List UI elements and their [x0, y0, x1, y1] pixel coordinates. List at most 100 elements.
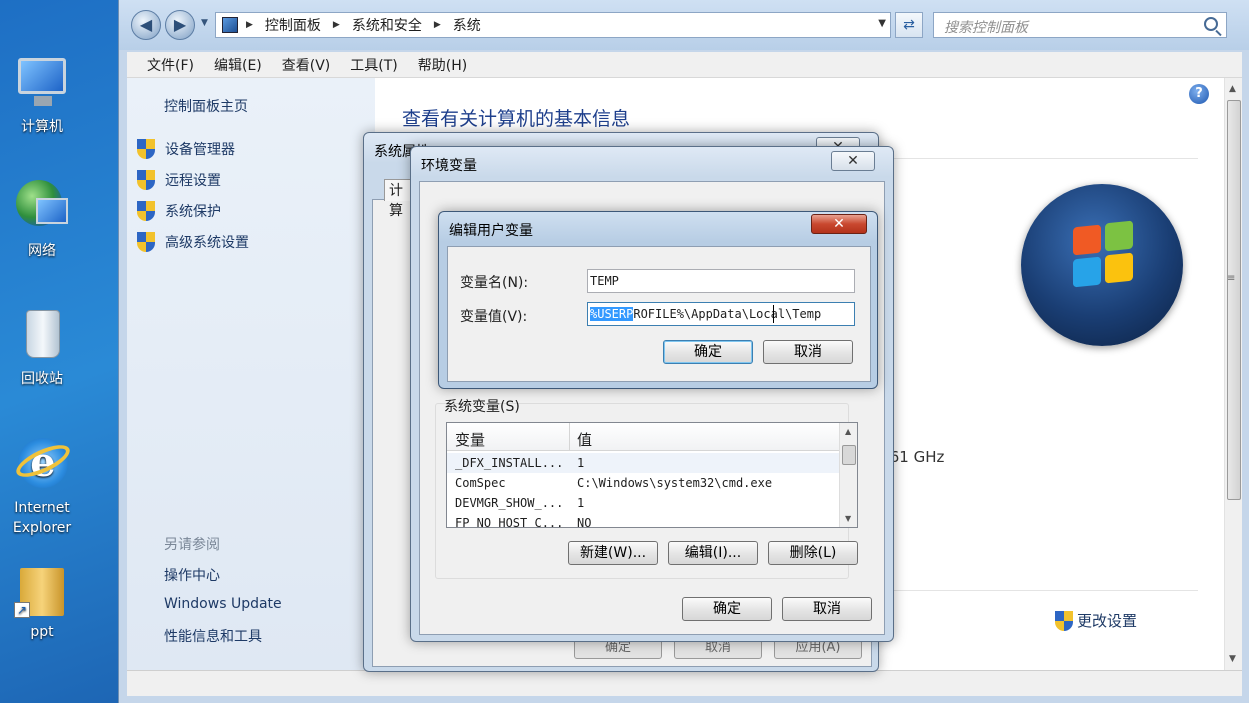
- shield-icon: [137, 232, 155, 252]
- desktop-icon-network[interactable]: 网络: [0, 178, 84, 260]
- list-item[interactable]: _DFX_INSTALL... 1: [447, 453, 841, 473]
- vertical-scrollbar[interactable]: ▲ ≡ ▼: [1224, 78, 1242, 670]
- shield-icon: [137, 201, 155, 221]
- column-header-variable[interactable]: 变量: [455, 429, 485, 450]
- new-variable-button[interactable]: 新建(W)...: [568, 541, 658, 565]
- scroll-down-icon[interactable]: ▼: [845, 514, 851, 523]
- task-label: 设备管理器: [165, 142, 235, 158]
- close-icon[interactable]: ✕: [811, 214, 867, 234]
- text-cursor: [773, 305, 774, 323]
- list-item[interactable]: ComSpec C:\Windows\system32\cmd.exe: [447, 473, 841, 493]
- desktop-icon-computer[interactable]: 计算机: [0, 54, 84, 136]
- list-item[interactable]: FP_NO_HOST_C... NO: [447, 513, 841, 528]
- menu-file[interactable]: 文件(F): [137, 55, 204, 75]
- variable-value: C:\Windows\system32\cmd.exe: [577, 476, 773, 490]
- address-bar: ◀ ▶ ▼ ▶ 控制面板 ▶ 系统和安全 ▶ 系统 ▼ ⇄ 搜索控制面板: [119, 0, 1249, 50]
- page-title: 查看有关计算机的基本信息: [402, 108, 631, 130]
- edit-variable-button[interactable]: 编辑(I)...: [668, 541, 758, 565]
- variable-value: 1: [577, 456, 585, 470]
- dialog-title: 环境变量: [421, 158, 477, 174]
- variable-name: ComSpec: [455, 476, 506, 490]
- task-system-protection[interactable]: 系统保护: [137, 200, 221, 222]
- scroll-thumb[interactable]: [842, 445, 856, 465]
- internet-explorer-icon: e: [12, 436, 74, 492]
- help-icon[interactable]: ?: [1189, 84, 1209, 104]
- forward-button[interactable]: ▶: [165, 10, 195, 40]
- variable-name-field[interactable]: TEMP: [587, 269, 855, 293]
- history-dropdown-icon[interactable]: ▼: [201, 18, 208, 28]
- breadcrumb-item[interactable]: 系统: [453, 15, 481, 35]
- unselected-text: ROFILE%\AppData\Local\Temp: [633, 307, 822, 321]
- chevron-right-icon[interactable]: ▶: [246, 20, 253, 30]
- scroll-thumb[interactable]: [1227, 100, 1241, 500]
- edit-cancel-button[interactable]: 取消: [763, 340, 853, 364]
- shield-icon: [1055, 610, 1073, 631]
- search-placeholder: 搜索控制面板: [944, 20, 1028, 36]
- variable-value: NO: [577, 516, 592, 528]
- task-advanced-system-settings[interactable]: 高级系统设置: [137, 231, 249, 253]
- change-settings-link[interactable]: 更改设置: [1055, 610, 1137, 631]
- network-icon: [14, 178, 70, 234]
- variable-value: 1: [577, 496, 585, 510]
- breadcrumb-item[interactable]: 控制面板: [265, 15, 321, 35]
- column-header-value[interactable]: 值: [577, 429, 592, 450]
- desktop-icon-ppt[interactable]: ↗ ppt: [0, 562, 84, 640]
- task-remote-settings[interactable]: 远程设置: [137, 169, 221, 191]
- selected-text: %USERP: [590, 307, 634, 321]
- desktop-icon-recycle-bin[interactable]: 回收站: [0, 306, 84, 388]
- control-panel-icon: [222, 17, 238, 33]
- refresh-button[interactable]: ⇄: [895, 12, 923, 38]
- task-device-manager[interactable]: 设备管理器: [137, 138, 235, 160]
- desktop-icon-internet-explorer[interactable]: e Internet Explorer: [0, 436, 84, 538]
- variable-value-field[interactable]: %USERPROFILE%\AppData\Local\Temp: [587, 302, 855, 326]
- chevron-right-icon[interactable]: ▶: [333, 20, 340, 30]
- back-button[interactable]: ◀: [131, 10, 161, 40]
- edit-ok-button[interactable]: 确定: [663, 340, 753, 364]
- windows-logo: [1021, 184, 1183, 346]
- breadcrumb-item[interactable]: 系统和安全: [352, 15, 422, 35]
- variable-name-label: 变量名(N):: [460, 275, 529, 291]
- scroll-down-icon[interactable]: ▼: [1229, 654, 1236, 664]
- chevron-right-icon[interactable]: ▶: [434, 20, 441, 30]
- system-variables-list[interactable]: 变量 值 _DFX_INSTALL... 1 ComSpec C:\Window…: [446, 422, 858, 528]
- windows-update-link[interactable]: Windows Update: [164, 596, 282, 612]
- shortcut-arrow-icon: ↗: [14, 602, 30, 618]
- variable-value-label: 变量值(V):: [460, 309, 528, 325]
- list-item[interactable]: DEVMGR_SHOW_... 1: [447, 493, 841, 513]
- menu-tools[interactable]: 工具(T): [340, 55, 407, 75]
- performance-info-link[interactable]: 性能信息和工具: [164, 626, 262, 646]
- see-also-heading: 另请参阅: [164, 537, 220, 553]
- menu-edit[interactable]: 编辑(E): [204, 55, 272, 75]
- menu-view[interactable]: 查看(V): [272, 55, 341, 75]
- action-center-link[interactable]: 操作中心: [164, 565, 220, 585]
- scroll-up-icon[interactable]: ▲: [1229, 84, 1236, 94]
- dialog-title: 编辑用户变量: [449, 223, 533, 239]
- menu-help[interactable]: 帮助(H): [408, 55, 477, 75]
- shield-icon: [137, 139, 155, 159]
- search-input[interactable]: 搜索控制面板: [933, 12, 1227, 38]
- change-settings-label: 更改设置: [1077, 612, 1138, 630]
- list-scrollbar[interactable]: ▲ ▼: [839, 423, 857, 527]
- status-bar: [127, 670, 1242, 696]
- breadcrumb[interactable]: ▶ 控制面板 ▶ 系统和安全 ▶ 系统 ▼: [215, 12, 891, 38]
- env-cancel-button[interactable]: 取消: [782, 597, 872, 621]
- env-ok-button[interactable]: 确定: [682, 597, 772, 621]
- search-icon[interactable]: [1204, 17, 1218, 31]
- task-label: 远程设置: [165, 173, 221, 189]
- list-header: 变量 值: [447, 423, 841, 451]
- variable-name: DEVMGR_SHOW_...: [455, 496, 564, 510]
- task-label: 高级系统设置: [165, 235, 249, 251]
- chevron-down-icon[interactable]: ▼: [878, 18, 886, 29]
- desktop-icon-label: 回收站: [21, 371, 63, 387]
- menu-bar: 文件(F) 编辑(E) 查看(V) 工具(T) 帮助(H): [127, 52, 1242, 78]
- recycle-bin-icon: [14, 306, 70, 362]
- left-pane: 控制面板主页 设备管理器 远程设置 系统保护 高级系统设置 另请参阅 操作中心 …: [127, 78, 375, 670]
- control-panel-home-link[interactable]: 控制面板主页: [164, 96, 248, 116]
- close-icon[interactable]: ✕: [831, 151, 875, 171]
- delete-variable-button[interactable]: 删除(L): [768, 541, 858, 565]
- scroll-up-icon[interactable]: ▲: [845, 427, 851, 436]
- desktop-icon-label: Internet Explorer: [12, 500, 72, 536]
- desktop-icon-label: ppt: [30, 624, 54, 640]
- folder-icon: ↗: [14, 562, 70, 618]
- system-variables-label: 系统变量(S): [444, 399, 520, 415]
